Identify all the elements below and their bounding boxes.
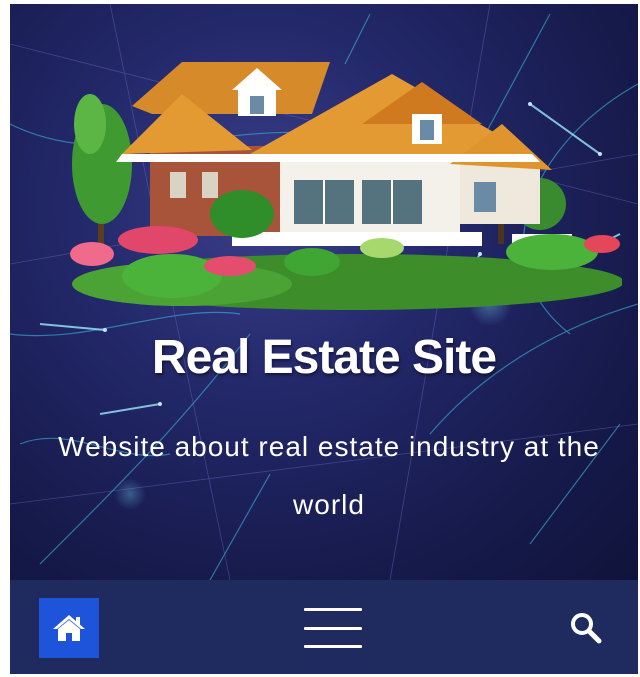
home-button[interactable] bbox=[39, 598, 99, 658]
menu-button[interactable] bbox=[304, 608, 364, 648]
page: Real Estate Site Website about real esta… bbox=[0, 0, 640, 677]
site-tagline: Website about real estate industry at th… bbox=[58, 431, 600, 520]
house-illustration bbox=[70, 62, 622, 310]
hamburger-menu-icon bbox=[304, 608, 362, 611]
bottom-navbar bbox=[10, 580, 638, 674]
hamburger-menu-icon-bar bbox=[304, 645, 362, 648]
search-icon bbox=[571, 613, 602, 644]
hamburger-menu-icon-bar bbox=[304, 626, 362, 630]
search-button[interactable] bbox=[568, 610, 604, 646]
home-icon bbox=[53, 615, 85, 641]
hero-banner: Real Estate Site Website about real esta… bbox=[10, 4, 638, 580]
site-title: Real Estate Site bbox=[151, 331, 497, 384]
